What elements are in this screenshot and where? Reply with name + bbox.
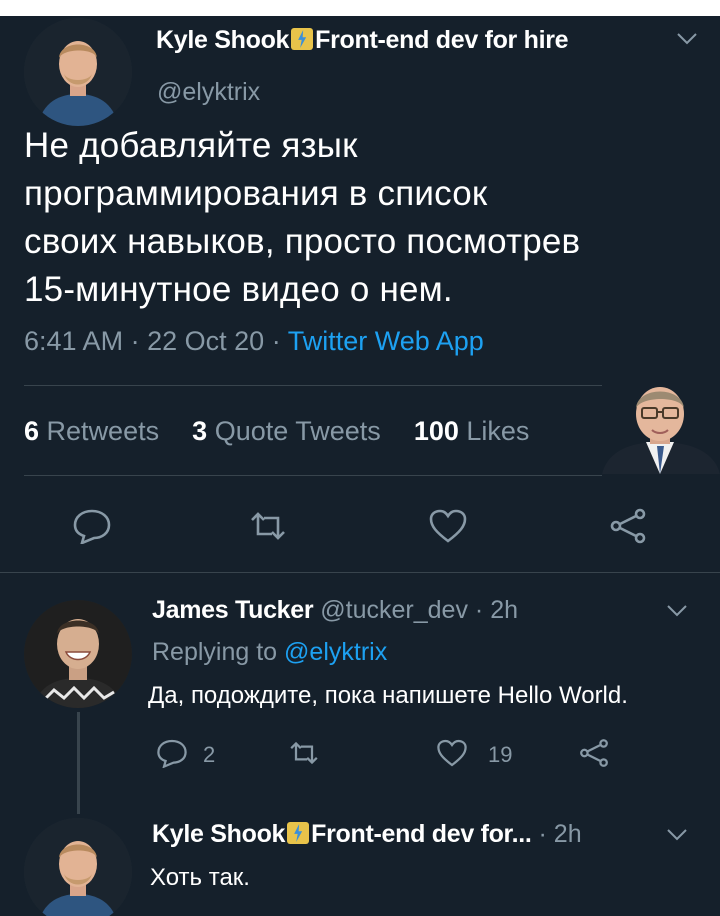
main-author-name[interactable]: Kyle Shook [156, 26, 289, 54]
reply-icon[interactable] [72, 508, 112, 544]
quotes-count: 3 [192, 416, 208, 446]
james-avatar[interactable] [24, 600, 132, 708]
main-author-line[interactable]: Kyle Shook Front-end dev for hire [156, 26, 569, 55]
retweet-icon[interactable] [248, 510, 288, 542]
chevron-down-icon[interactable] [666, 604, 688, 618]
kyle-avatar-image [24, 18, 132, 126]
tweet-stats: 6 Retweets 3 Quote Tweets 100 Likes [24, 416, 529, 447]
like-icon[interactable] [428, 508, 468, 544]
tweet-thread-screen: Kyle Shook Front-end dev for hire @elyktr… [0, 16, 720, 916]
chevron-down-icon[interactable] [676, 32, 698, 46]
tweet-meta: 6:41 AM · 22 Oct 20 · Twitter Web App [24, 326, 484, 357]
retweets-stat[interactable]: 6 Retweets [24, 416, 159, 446]
tweet-source-link[interactable]: Twitter Web App [288, 326, 484, 356]
tweet-text-line: Не добавляйте язык [24, 126, 358, 165]
pasted-portrait-image [602, 380, 720, 474]
meta-separator: · [130, 326, 140, 356]
replying-to-handle[interactable]: @elyktrix [284, 638, 387, 666]
kyle-avatar-image [24, 818, 132, 916]
reply2-author-bio-tag: Front-end dev for... [311, 820, 532, 848]
reply1-text: Да, подождите, пока напишете Hello World… [148, 682, 628, 709]
reply1-replying-to: Replying to @elyktrix [152, 638, 387, 667]
reply2-header: Kyle Shook Front-end dev for... · 2h [152, 820, 582, 849]
reply-icon[interactable] [156, 738, 188, 768]
tweet-date: 22 Oct 20 [147, 326, 265, 356]
likes-stat[interactable]: 100 Likes [414, 416, 530, 446]
tweet-text-line: 15-минутное видео о нем. [24, 270, 453, 309]
reply2-age: 2h [553, 820, 582, 848]
quotes-stat[interactable]: 3 Quote Tweets [192, 416, 381, 446]
retweet-icon[interactable] [288, 740, 320, 766]
reply1-age: 2h [490, 596, 518, 624]
likes-count: 100 [413, 416, 459, 446]
likes-label: Likes [466, 416, 530, 446]
lightning-badge-icon [291, 28, 314, 50]
retweets-count: 6 [24, 416, 40, 446]
lightning-badge-icon [287, 822, 310, 844]
tweet-text-line: программирования в список [24, 174, 488, 213]
reply1-author-name[interactable]: James Tucker [152, 596, 314, 624]
main-tweet-text: Не добавляйте язык программирования в сп… [24, 122, 704, 314]
reply2-author-name[interactable]: Kyle Shook [152, 820, 285, 848]
main-handle[interactable]: @elyktrix [157, 78, 260, 107]
reply1-handle[interactable]: @tucker_dev [320, 596, 468, 624]
main-author-bio-tag: Front-end dev for hire [315, 26, 569, 54]
reply1-header: James Tucker @tucker_dev · 2h [152, 596, 518, 625]
share-icon[interactable] [578, 738, 610, 768]
meta-separator: · [474, 596, 484, 624]
divider [0, 572, 720, 573]
kyle-avatar[interactable] [24, 818, 132, 916]
kyle-avatar[interactable] [24, 18, 132, 126]
divider [24, 385, 696, 386]
reply1-like-count: 19 [488, 742, 513, 767]
replying-to-prefix: Replying to [152, 638, 278, 666]
tweet-text-line: своих навыков, просто посмотрев [24, 222, 581, 261]
retweets-label: Retweets [46, 416, 160, 446]
quotes-label: Quote Tweets [214, 416, 381, 446]
divider [24, 475, 602, 476]
meta-separator: · [538, 820, 547, 848]
tweet-time: 6:41 AM [24, 326, 124, 356]
reply2-text: Хоть так. [150, 864, 250, 891]
share-icon[interactable] [608, 508, 648, 544]
james-avatar-image [24, 600, 132, 708]
chevron-down-icon[interactable] [666, 828, 688, 842]
reply1-reply-count: 2 [203, 742, 216, 767]
meta-separator: · [271, 326, 281, 356]
like-icon[interactable] [436, 738, 468, 768]
thread-connector-line [77, 712, 80, 814]
